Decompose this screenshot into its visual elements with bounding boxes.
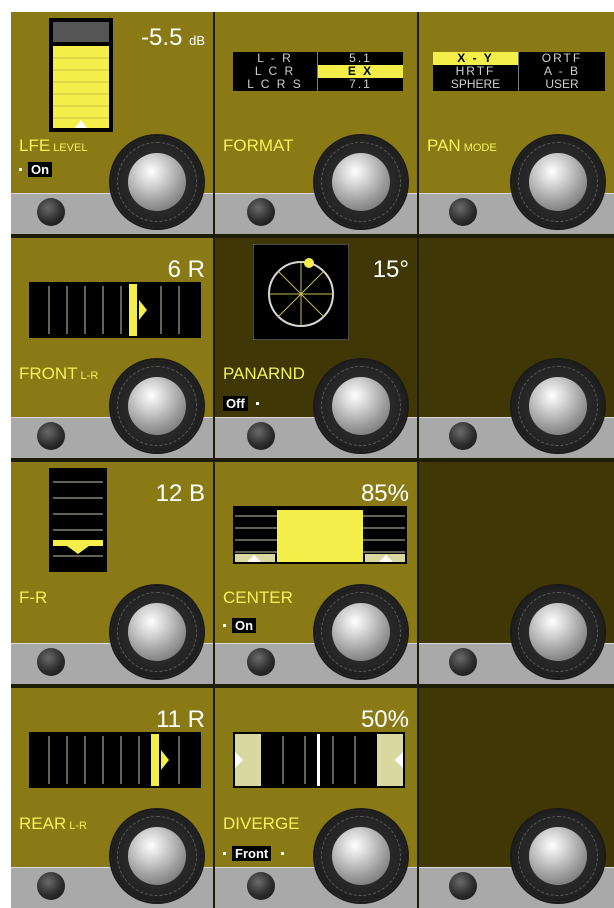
diverge-front-flag[interactable]: Front	[223, 846, 290, 861]
diverge-value: 50%	[360, 706, 409, 733]
pan-mode-knob[interactable]	[512, 136, 604, 228]
panarnd-label: PANARND	[223, 364, 305, 383]
front-rear-value: 12 B	[155, 480, 205, 507]
lfe-level-strip: -5.5 dB LFE LEVEL On	[11, 12, 213, 234]
push-button[interactable]	[247, 648, 275, 676]
center-on-flag[interactable]: On	[223, 618, 257, 633]
format-label: FORMAT	[223, 136, 294, 155]
lfe-level-value: -5.5 dB	[141, 24, 205, 51]
pan-mode-label: PAN MODE	[427, 136, 497, 155]
empty-strip	[419, 462, 614, 684]
rear-lr-value: 11 R	[156, 706, 205, 733]
push-button[interactable]	[449, 648, 477, 676]
lfe-level-meter[interactable]	[49, 18, 113, 134]
push-button[interactable]	[37, 648, 65, 676]
panarnd-knob[interactable]	[315, 360, 407, 452]
rear-lr-label: REAR L-R	[19, 814, 87, 833]
front-lr-knob[interactable]	[111, 360, 203, 452]
rear-lr-strip: 11 R REAR L-R	[11, 688, 213, 908]
push-button[interactable]	[449, 872, 477, 900]
panarnd-strip: 15° PANARND Off	[215, 238, 417, 458]
diverge-strip: 50% DIVERGE Front	[215, 688, 417, 908]
push-button[interactable]	[449, 198, 477, 226]
center-strip: 85% CENTER On	[215, 462, 417, 684]
panarnd-circle-display[interactable]	[253, 244, 349, 340]
format-knob[interactable]	[315, 136, 407, 228]
front-lr-strip: 6 R FRONT L-R	[11, 238, 213, 458]
lfe-on-flag[interactable]: On	[19, 162, 53, 177]
pan-mode-option[interactable]: SPHERE	[433, 78, 519, 91]
push-button[interactable]	[37, 198, 65, 226]
pan-mode-option[interactable]: USER	[519, 78, 605, 91]
front-rear-strip: 12 B F-R	[11, 462, 213, 684]
front-rear-knob[interactable]	[111, 586, 203, 678]
format-option[interactable]: L C R S	[233, 78, 318, 91]
push-button[interactable]	[37, 872, 65, 900]
front-lr-label: FRONT L-R	[19, 364, 99, 383]
format-strip: L - R 5.1 L C R E X L C R S 7.1 FORMAT	[215, 12, 417, 234]
push-button[interactable]	[449, 422, 477, 450]
blank-knob[interactable]	[512, 810, 604, 902]
pan-mode-selector[interactable]: X - Y ORTF HRTF A - B SPHERE USER	[433, 52, 605, 91]
front-rear-label: F-R	[19, 588, 48, 607]
push-button[interactable]	[37, 422, 65, 450]
front-rear-meter[interactable]	[49, 468, 107, 572]
push-button[interactable]	[247, 872, 275, 900]
diverge-meter[interactable]	[233, 732, 405, 788]
pan-mode-strip: X - Y ORTF HRTF A - B SPHERE USER PAN MOD…	[419, 12, 614, 234]
panarnd-off-flag[interactable]: Off	[223, 396, 265, 411]
empty-strip	[419, 238, 614, 458]
center-label: CENTER	[223, 588, 293, 607]
push-button[interactable]	[247, 422, 275, 450]
center-value: 85%	[360, 480, 409, 507]
lfe-level-knob[interactable]	[111, 136, 203, 228]
lfe-level-label: LFE LEVEL	[19, 136, 88, 155]
empty-strip	[419, 688, 614, 908]
center-level-meter[interactable]	[233, 506, 407, 564]
rear-lr-knob[interactable]	[111, 810, 203, 902]
control-grid: -5.5 dB LFE LEVEL On L - R 5.1 L C R E X …	[11, 12, 614, 908]
front-lr-value: 6 R	[167, 256, 205, 283]
center-knob[interactable]	[315, 586, 407, 678]
push-button[interactable]	[247, 198, 275, 226]
front-lr-pan-meter[interactable]	[29, 282, 201, 338]
blank-knob[interactable]	[512, 586, 604, 678]
diverge-knob[interactable]	[315, 810, 407, 902]
format-selector[interactable]: L - R 5.1 L C R E X L C R S 7.1	[233, 52, 403, 91]
diverge-label: DIVERGE	[223, 814, 300, 833]
panarnd-value: 15°	[372, 256, 409, 283]
blank-knob[interactable]	[512, 360, 604, 452]
rear-lr-pan-meter[interactable]	[29, 732, 201, 788]
format-option[interactable]: 7.1	[318, 78, 403, 91]
